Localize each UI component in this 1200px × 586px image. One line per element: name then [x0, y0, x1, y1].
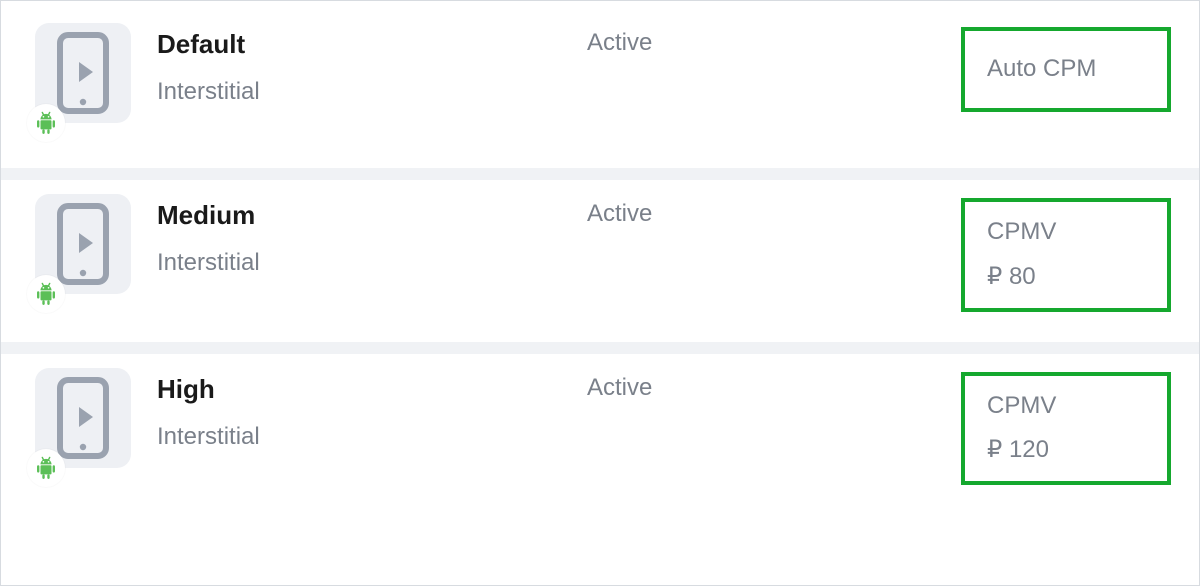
status-column: Active [587, 194, 867, 228]
list-item[interactable]: Default Interstitial Active Auto CPM [1, 9, 1199, 168]
status-badge: Active [587, 200, 867, 228]
phone-icon [57, 377, 109, 459]
android-badge [27, 449, 65, 487]
price-value: ₽ 80 [987, 263, 1145, 292]
android-icon [35, 456, 57, 480]
info-column: Default Interstitial [157, 23, 587, 106]
status-badge: Active [587, 374, 867, 402]
ad-block-list: Default Interstitial Active Auto CPM [1, 1, 1199, 585]
format-icon-wrap [29, 194, 139, 309]
price-value: ₽ 120 [987, 436, 1145, 465]
block-subtitle: Interstitial [157, 423, 587, 451]
android-badge [27, 275, 65, 313]
block-title: Default [157, 29, 587, 60]
block-subtitle: Interstitial [157, 78, 587, 106]
block-title: Medium [157, 200, 587, 231]
price-box: Auto CPM [961, 27, 1171, 112]
status-column: Active [587, 23, 867, 57]
status-column: Active [587, 368, 867, 402]
info-column: Medium Interstitial [157, 194, 587, 277]
price-box: CPMV ₽ 80 [961, 198, 1171, 312]
price-column: Auto CPM [867, 23, 1171, 112]
list-item[interactable]: Medium Interstitial Active CPMV ₽ 80 [1, 180, 1199, 342]
android-icon [35, 111, 57, 135]
price-column: CPMV ₽ 120 [867, 368, 1171, 486]
status-badge: Active [587, 29, 867, 57]
price-column: CPMV ₽ 80 [867, 194, 1171, 312]
phone-icon [57, 32, 109, 114]
price-box: CPMV ₽ 120 [961, 372, 1171, 486]
android-badge [27, 104, 65, 142]
block-title: High [157, 374, 587, 405]
phone-icon [57, 203, 109, 285]
price-label: Auto CPM [987, 55, 1145, 84]
row-divider [1, 342, 1199, 354]
row-divider [1, 168, 1199, 180]
block-subtitle: Interstitial [157, 249, 587, 277]
format-icon-wrap [29, 368, 139, 483]
format-icon-wrap [29, 23, 139, 138]
android-icon [35, 282, 57, 306]
list-item[interactable]: High Interstitial Active CPMV ₽ 120 [1, 354, 1199, 516]
price-label: CPMV [987, 218, 1145, 247]
price-label: CPMV [987, 392, 1145, 421]
info-column: High Interstitial [157, 368, 587, 451]
